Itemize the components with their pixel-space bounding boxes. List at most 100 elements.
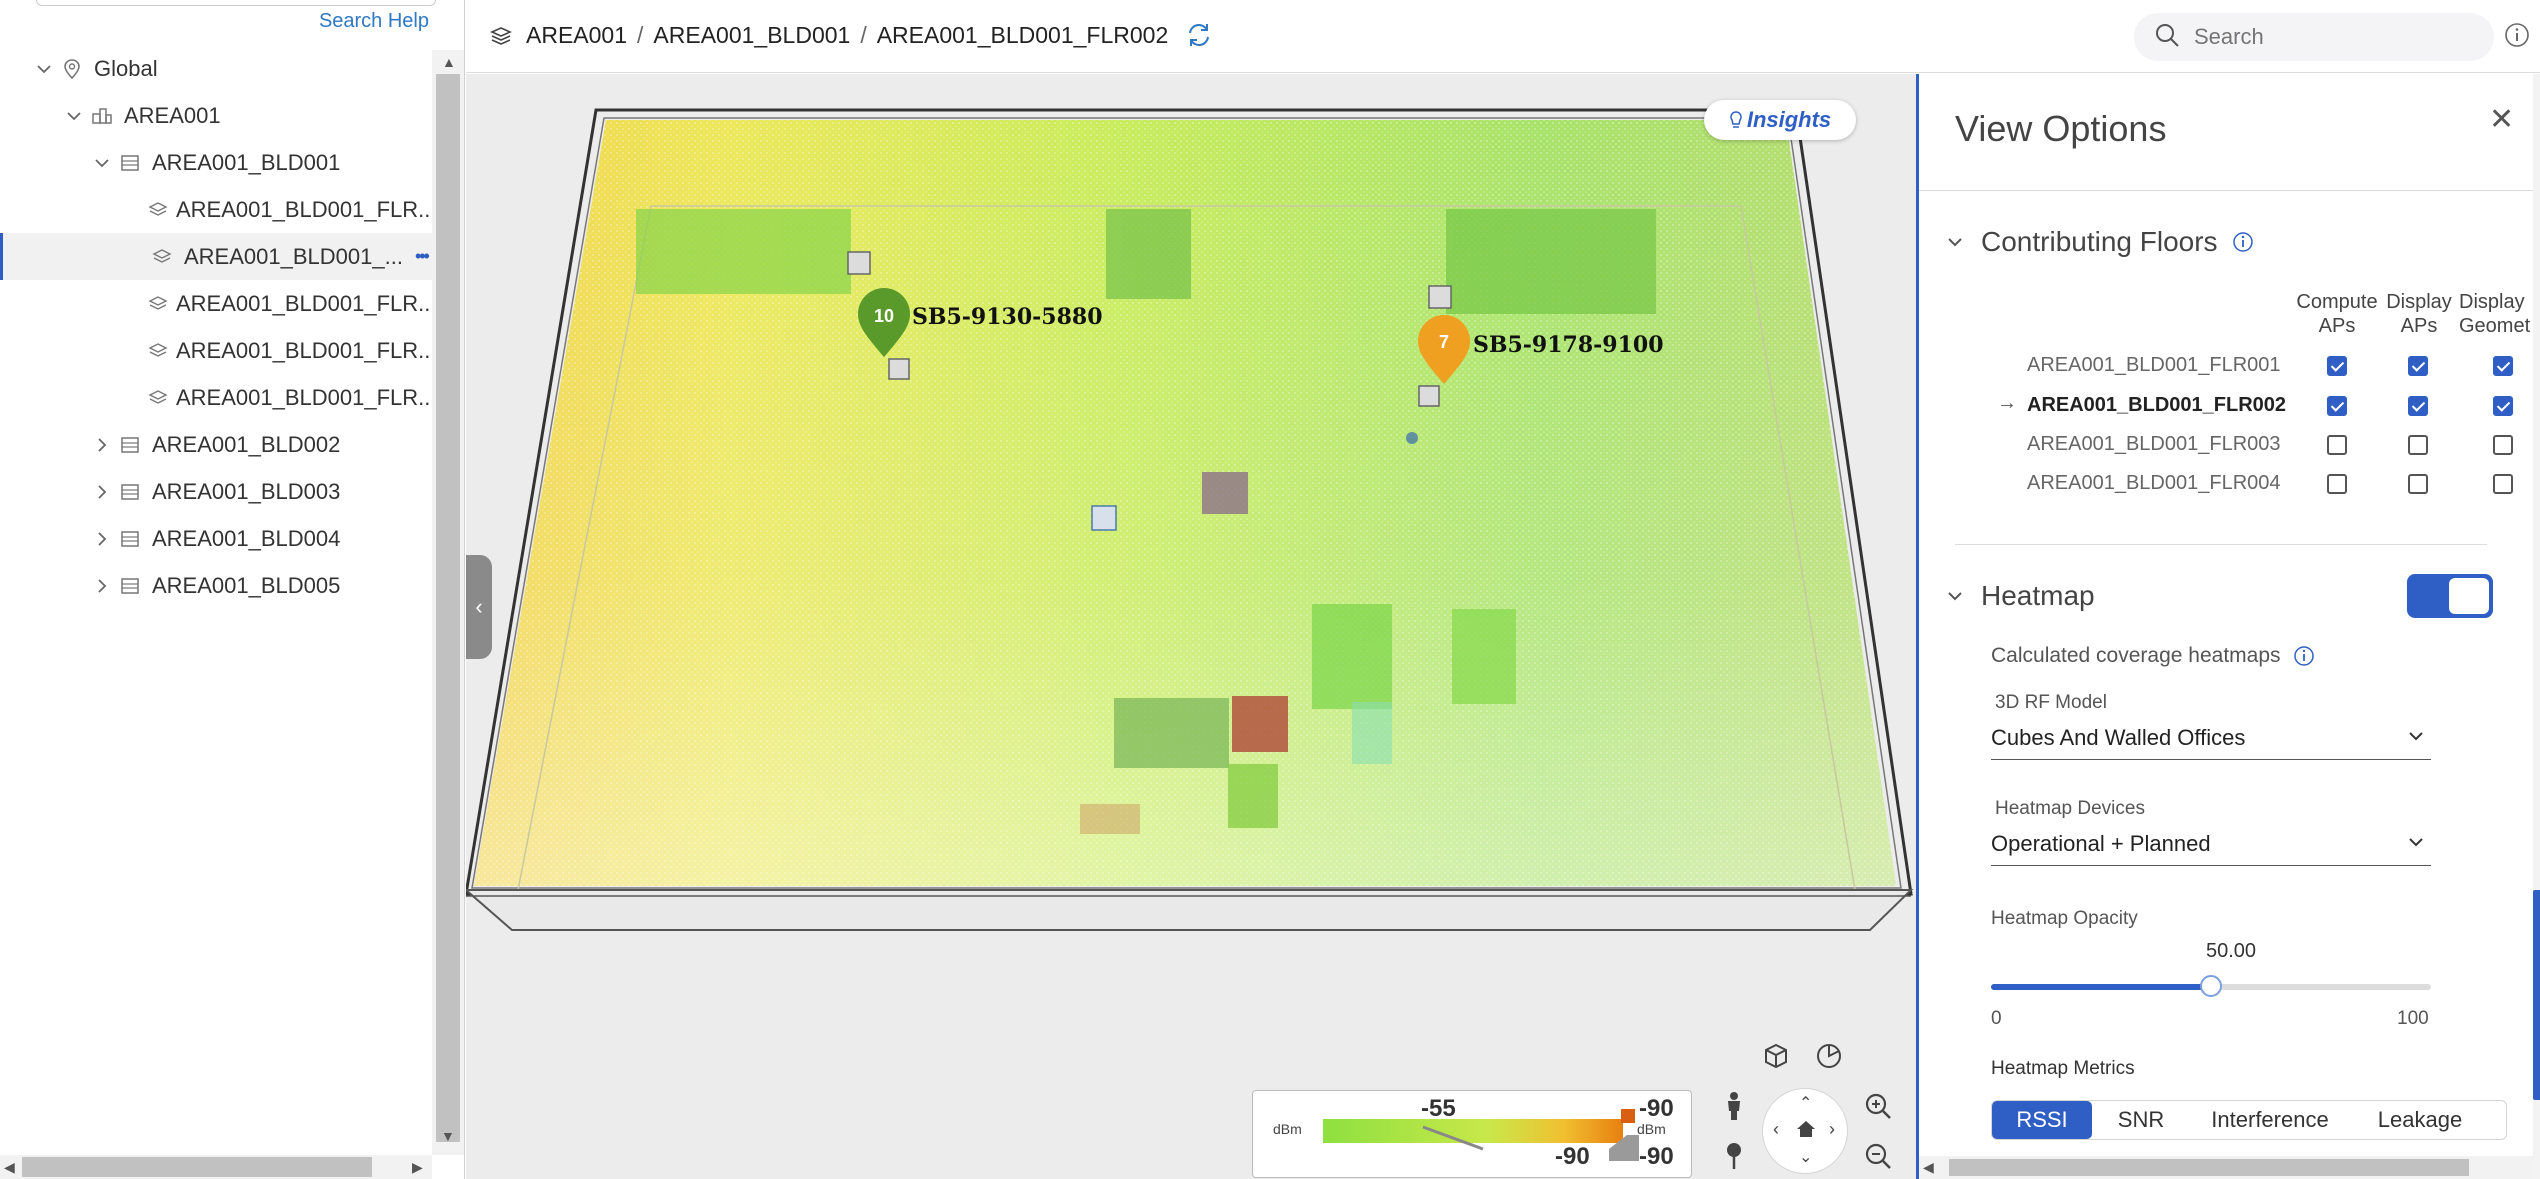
3d-view-icon[interactable] <box>1756 1036 1796 1076</box>
tree-item-floor-selected[interactable]: AREA001_BLD001_... ••• <box>0 233 432 280</box>
chevron-down-icon[interactable] <box>1941 582 1969 610</box>
search-help-link[interactable]: Search Help <box>319 10 429 33</box>
compute-aps-checkbox[interactable] <box>2327 435 2347 455</box>
tab-rssi[interactable]: RSSI <box>1992 1101 2092 1139</box>
heatmap-header[interactable]: Heatmap <box>1941 580 2095 612</box>
ap-count-badge[interactable]: 10 <box>874 306 894 327</box>
tree-item-floor[interactable]: AREA001_BLD001_FLR... <box>0 327 437 374</box>
chevron-right-icon[interactable] <box>88 431 116 459</box>
area-icon <box>88 102 116 130</box>
opacity-slider[interactable] <box>1991 975 2431 997</box>
opacity-max: 100 <box>2397 1008 2429 1029</box>
scroll-right-arrow-icon[interactable]: ▶ <box>412 1159 423 1176</box>
panel-vertical-scrollbar[interactable] <box>2533 74 2540 1179</box>
heatmap-toggle[interactable] <box>2407 574 2493 618</box>
collapse-tree-button[interactable]: ‹ <box>466 555 492 659</box>
ap-count-badge[interactable]: 7 <box>1439 332 1449 353</box>
chevron-down-icon[interactable] <box>88 149 116 177</box>
display-aps-checkbox[interactable] <box>2408 396 2428 416</box>
tab-leakage[interactable]: Leakage <box>2350 1101 2490 1139</box>
scroll-left-arrow-icon[interactable]: ◀ <box>4 1159 15 1176</box>
tree-item-bld003[interactable]: AREA001_BLD003 <box>0 468 432 515</box>
search-input[interactable] <box>2194 24 2474 50</box>
tab-interference[interactable]: Interference <box>2190 1101 2350 1139</box>
pan-right-icon[interactable]: › <box>1829 1119 1835 1140</box>
scroll-up-arrow-icon[interactable]: ▲ <box>442 54 456 70</box>
pie-chart-icon[interactable] <box>1809 1036 1849 1076</box>
tree-hscroll-thumb[interactable] <box>22 1157 372 1177</box>
info-icon[interactable] <box>2232 231 2254 253</box>
chevron-right-icon[interactable] <box>88 525 116 553</box>
floor-map-3d-view[interactable]: 10 SB5-9130-5880 7 SB5-9178-9100 <box>466 74 1916 1179</box>
navigation-control[interactable]: ⌃ ‹ › ⌄ <box>1762 1088 1848 1174</box>
heatmap-devices-select[interactable]: Operational + Planned <box>1991 822 2431 866</box>
rf-model-select[interactable]: Cubes And Walled Offices <box>1991 716 2431 760</box>
tree-item-global[interactable]: Global <box>0 45 432 92</box>
tree-horizontal-scrollbar[interactable]: ◀ ▶ <box>0 1155 432 1179</box>
home-icon[interactable] <box>1795 1119 1817 1144</box>
panel-scroll-thumb[interactable] <box>2533 890 2540 1100</box>
compute-aps-checkbox[interactable] <box>2327 474 2347 494</box>
chevron-down-icon[interactable] <box>60 102 88 130</box>
compute-aps-checkbox[interactable] <box>2327 356 2347 376</box>
display-aps-checkbox[interactable] <box>2408 356 2428 376</box>
display-aps-checkbox[interactable] <box>2408 435 2428 455</box>
global-search[interactable] <box>2134 13 2494 61</box>
panel-hscroll-thumb[interactable] <box>1949 1159 2469 1176</box>
insights-button[interactable]: Insights <box>1704 100 1856 140</box>
building-icon <box>116 431 144 459</box>
display-geometry-checkbox[interactable] <box>2493 435 2513 455</box>
calculated-heatmaps-label: Calculated coverage heatmaps <box>1991 644 2281 667</box>
display-aps-checkbox[interactable] <box>2408 474 2428 494</box>
info-icon[interactable] <box>2293 645 2315 667</box>
breadcrumb-floor[interactable]: AREA001_BLD001_FLR002 <box>877 22 1169 49</box>
chevron-down-icon[interactable] <box>30 55 58 83</box>
opacity-slider-thumb[interactable] <box>2200 975 2222 997</box>
ap-name-label[interactable]: SB5-9130-5880 <box>912 304 1103 330</box>
pan-up-icon[interactable]: ⌃ <box>1799 1093 1812 1113</box>
close-icon[interactable]: ✕ <box>2489 102 2514 137</box>
display-geometry-checkbox[interactable] <box>2493 474 2513 494</box>
heatmap-canvas[interactable] <box>466 74 1916 1179</box>
chevron-down-icon <box>2407 831 2425 857</box>
tree-search-input[interactable] <box>36 0 436 6</box>
zoom-in-icon[interactable] <box>1858 1086 1898 1126</box>
ap-name-label[interactable]: SB5-9178-9100 <box>1473 332 1664 358</box>
tab-snr[interactable]: SNR <box>2092 1101 2190 1139</box>
compute-aps-checkbox[interactable] <box>2327 396 2347 416</box>
tree-item-bld002[interactable]: AREA001_BLD002 <box>0 421 432 468</box>
scroll-left-arrow-icon[interactable]: ◀ <box>1923 1159 1934 1176</box>
rf-model-label: 3D RF Model <box>1995 692 2107 713</box>
zoom-out-icon[interactable] <box>1858 1136 1898 1176</box>
pan-left-icon[interactable]: ‹ <box>1773 1119 1779 1140</box>
person-icon[interactable] <box>1714 1086 1754 1126</box>
chevron-right-icon[interactable] <box>88 478 116 506</box>
refresh-icon[interactable] <box>1184 20 1214 55</box>
breadcrumb-area[interactable]: AREA001 <box>526 22 627 49</box>
heatmap-devices-label: Heatmap Devices <box>1995 798 2145 819</box>
tree-vertical-scrollbar[interactable]: ▲ <box>432 50 464 1155</box>
scroll-down-arrow-icon[interactable]: ▼ <box>441 1128 455 1144</box>
display-geometry-checkbox[interactable] <box>2493 356 2513 376</box>
tree-scroll-thumb[interactable] <box>436 74 460 1142</box>
tree-item-bld005[interactable]: AREA001_BLD005 <box>0 562 432 609</box>
breadcrumb-building[interactable]: AREA001_BLD001 <box>653 22 850 49</box>
display-geometry-checkbox[interactable] <box>2493 396 2513 416</box>
chevron-down-icon[interactable] <box>1941 228 1969 256</box>
tree-item-area001[interactable]: AREA001 <box>0 92 432 139</box>
panel-horizontal-scrollbar[interactable]: ◀ <box>1919 1156 2533 1179</box>
tree-item-bld004[interactable]: AREA001_BLD004 <box>0 515 432 562</box>
breadcrumb-separator: / <box>860 22 867 48</box>
tree-item-floor[interactable]: AREA001_BLD001_FLR... <box>0 374 437 421</box>
pan-down-icon[interactable]: ⌄ <box>1799 1147 1812 1167</box>
pin-drop-icon[interactable] <box>1714 1136 1754 1176</box>
tree-item-floor[interactable]: AREA001_BLD001_FLR... <box>0 186 437 233</box>
tree-item-bld001[interactable]: AREA001_BLD001 <box>0 139 432 186</box>
chevron-right-icon[interactable] <box>88 572 116 600</box>
rf-model-value: Cubes And Walled Offices <box>1991 724 2246 750</box>
tree-item-floor[interactable]: AREA001_BLD001_FLR... <box>0 280 437 327</box>
contributing-floors-header[interactable]: Contributing Floors <box>1941 226 2254 258</box>
site-tree-panel: Search Help Global AREA001 AREA001_BLD00… <box>0 0 465 1179</box>
more-options-icon[interactable]: ••• <box>415 246 430 267</box>
info-icon[interactable] <box>2504 22 2530 53</box>
